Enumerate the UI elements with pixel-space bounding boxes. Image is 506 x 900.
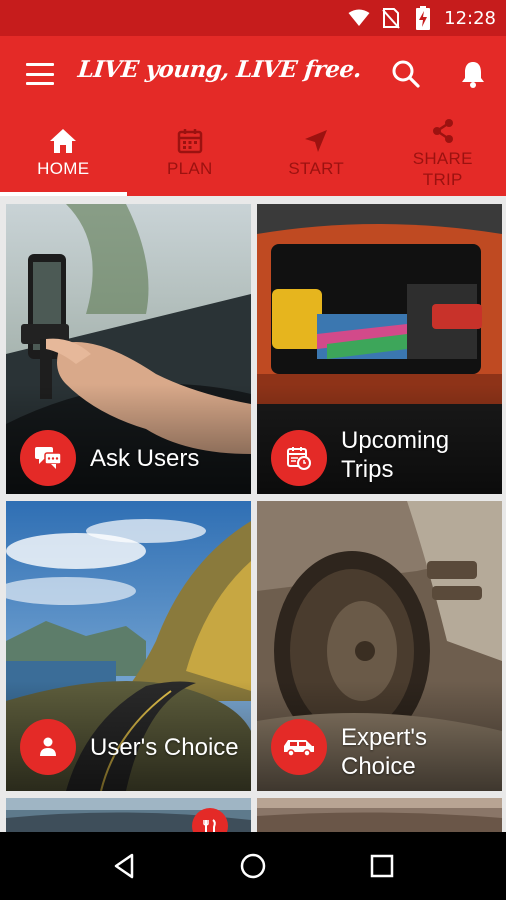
chat-bubbles-icon	[35, 447, 62, 469]
tile-label: User's Choice	[90, 734, 239, 761]
tile-label: Upcoming Trips	[341, 426, 449, 484]
search-icon	[392, 60, 420, 88]
home-nav-button[interactable]	[229, 842, 277, 890]
back-icon	[115, 853, 134, 879]
tile-badge	[20, 430, 76, 486]
brand-logo-text: LIVE young, LIVE free.	[76, 56, 363, 83]
app-screen: 12:28 LIVE young, LIVE free. HOME PLAN S…	[0, 0, 506, 900]
tile-badge	[271, 430, 327, 486]
tab-label: START	[288, 159, 345, 178]
tile-label-line: Trips	[341, 456, 394, 483]
wifi-icon	[348, 7, 370, 29]
tab-plan[interactable]: PLAN	[127, 110, 254, 196]
tab-label: HOME	[37, 159, 90, 178]
tile-partial-left[interactable]	[6, 798, 251, 832]
menu-icon-line	[26, 63, 54, 66]
calendar-clock-icon	[287, 447, 311, 470]
battery-charging-icon	[412, 6, 434, 30]
tile-ask-users[interactable]: Ask Users	[6, 204, 251, 494]
tile-upcoming-trips[interactable]: Upcoming Trips	[257, 204, 502, 494]
tile-label-line: Upcoming	[341, 427, 450, 454]
tile-label-line: Choice	[341, 753, 416, 780]
notifications-button[interactable]	[458, 58, 488, 90]
search-button[interactable]	[390, 58, 422, 90]
menu-icon-line	[26, 82, 54, 85]
tab-home[interactable]: HOME	[0, 110, 127, 196]
menu-icon-line	[26, 72, 54, 76]
tab-bar: HOME PLAN START SHARE TRIP	[0, 110, 506, 196]
tile-image	[257, 798, 502, 832]
tab-label: SHARE TRIP	[413, 148, 473, 190]
app-bar: LIVE young, LIVE free.	[0, 36, 506, 110]
home-icon	[49, 127, 77, 155]
menu-button[interactable]	[22, 60, 58, 88]
status-bar: 12:28	[0, 0, 506, 36]
tile-label-line: Expert's	[341, 724, 427, 751]
system-nav-bar	[0, 832, 506, 900]
tile-badge	[20, 719, 76, 775]
tile-label: Ask Users	[90, 445, 200, 472]
navigation-arrow-icon	[302, 127, 330, 155]
back-button[interactable]	[100, 842, 148, 890]
no-sim-icon	[380, 7, 402, 29]
tab-share-trip[interactable]: SHARE TRIP	[380, 110, 506, 196]
restaurant-icon	[203, 819, 216, 832]
tile-users-choice[interactable]: User's Choice	[6, 501, 251, 791]
tab-label-line: SHARE	[412, 148, 473, 168]
tile-label: Expert's Choice	[341, 723, 427, 781]
calendar-icon	[176, 127, 204, 155]
status-time: 12:28	[444, 7, 496, 29]
tile-partial-right[interactable]	[257, 798, 502, 832]
bell-icon	[462, 62, 484, 88]
tab-label-line: TRIP	[422, 169, 463, 189]
share-icon	[429, 117, 457, 145]
suv-icon	[284, 740, 314, 757]
status-icons: 12:28	[348, 0, 496, 36]
feature-grid: Ask Users Upcoming Trips User's Choice E…	[0, 196, 506, 832]
home-circle-icon	[240, 853, 266, 879]
tile-badge	[271, 719, 327, 775]
tab-start[interactable]: START	[253, 110, 380, 196]
recents-button[interactable]	[358, 842, 406, 890]
recents-square-icon	[370, 854, 393, 878]
tile-experts-choice[interactable]: Expert's Choice	[257, 501, 502, 791]
person-icon	[40, 737, 56, 756]
tab-label: PLAN	[166, 159, 213, 178]
